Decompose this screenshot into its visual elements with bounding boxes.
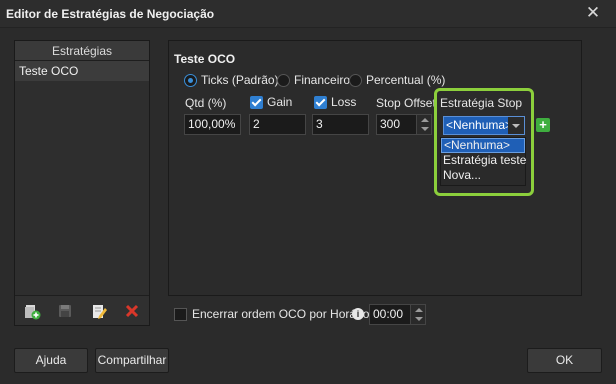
loss-field[interactable]: 3 [312,114,369,135]
radio-ticks[interactable]: Ticks (Padrão) [184,73,279,87]
encerrar-checkbox[interactable]: Encerrar ordem OCO por Horário [174,307,369,321]
strategy-name: Teste OCO [174,52,236,66]
radio-percentual[interactable]: Percentual (%) [349,73,445,87]
dropdown-option-estrategia-teste[interactable]: Estratégia teste [441,153,526,168]
time-down-icon[interactable] [415,317,423,321]
encerrar-check-indicator [174,307,187,321]
radio-ticks-label: Ticks (Padrão) [201,73,279,87]
add-strategy-stop-button[interactable]: + [536,118,550,132]
radio-financeiro-label: Financeiro [294,73,351,87]
encerrar-label: Encerrar ordem OCO por Horário [192,307,370,321]
spin-down-icon[interactable] [421,127,429,131]
estrategia-stop-dropdown: <Nenhuma> Estratégia teste Nova... [440,137,526,186]
loss-check-indicator [314,95,327,109]
strategy-list-header: Estratégias [15,41,149,61]
ajuda-button[interactable]: Ajuda [14,348,88,373]
compartilhar-button[interactable]: Compartilhar [95,348,169,373]
stop-offset-field[interactable]: 300 [376,114,417,135]
save-icon[interactable] [56,302,74,320]
qtd-field[interactable]: 100,00% [184,114,241,135]
spin-up-icon[interactable] [421,118,429,122]
title-bar: Editor de Estratégias de Negociação ✕ [0,0,616,28]
ok-button[interactable]: OK [527,348,602,373]
time-up-icon[interactable] [415,308,423,312]
gain-label: Gain [267,95,293,109]
stop-offset-label: Stop Offset [376,96,436,110]
time-stepper[interactable] [410,304,426,325]
qtd-label: Qtd (%) [185,96,227,110]
dropdown-option-nenhuma[interactable]: <Nenhuma> [441,138,525,153]
time-field[interactable]: 00:00 [369,304,411,325]
loss-label: Loss [331,95,357,109]
info-icon[interactable]: i [352,308,364,320]
radio-percentual-indicator [349,73,362,87]
window-title: Editor de Estratégias de Negociação [6,7,215,21]
gain-checkbox[interactable]: Gain [250,95,292,109]
radio-financeiro-indicator [277,73,290,87]
chevron-down-icon[interactable] [508,117,524,134]
add-strategy-icon[interactable] [23,302,41,320]
dropdown-option-nova[interactable]: Nova... [441,168,525,183]
gain-check-indicator [250,95,263,109]
strategy-toolbar [15,295,149,325]
estrategia-stop-select[interactable]: <Nenhuma> [443,116,525,135]
stop-offset-stepper[interactable] [416,114,432,135]
delete-icon[interactable] [123,302,141,320]
gain-field[interactable]: 2 [249,114,306,135]
edit-icon[interactable] [90,302,108,320]
estrategia-stop-value: <Nenhuma> [446,118,513,132]
radio-ticks-indicator [184,73,197,87]
strategy-list: Estratégias Teste OCO [14,40,150,326]
loss-checkbox[interactable]: Loss [314,95,356,109]
radio-percentual-label: Percentual (%) [366,73,446,87]
strategy-list-item[interactable]: Teste OCO [15,61,149,81]
close-icon[interactable]: ✕ [584,4,602,22]
radio-financeiro[interactable]: Financeiro [277,73,350,87]
